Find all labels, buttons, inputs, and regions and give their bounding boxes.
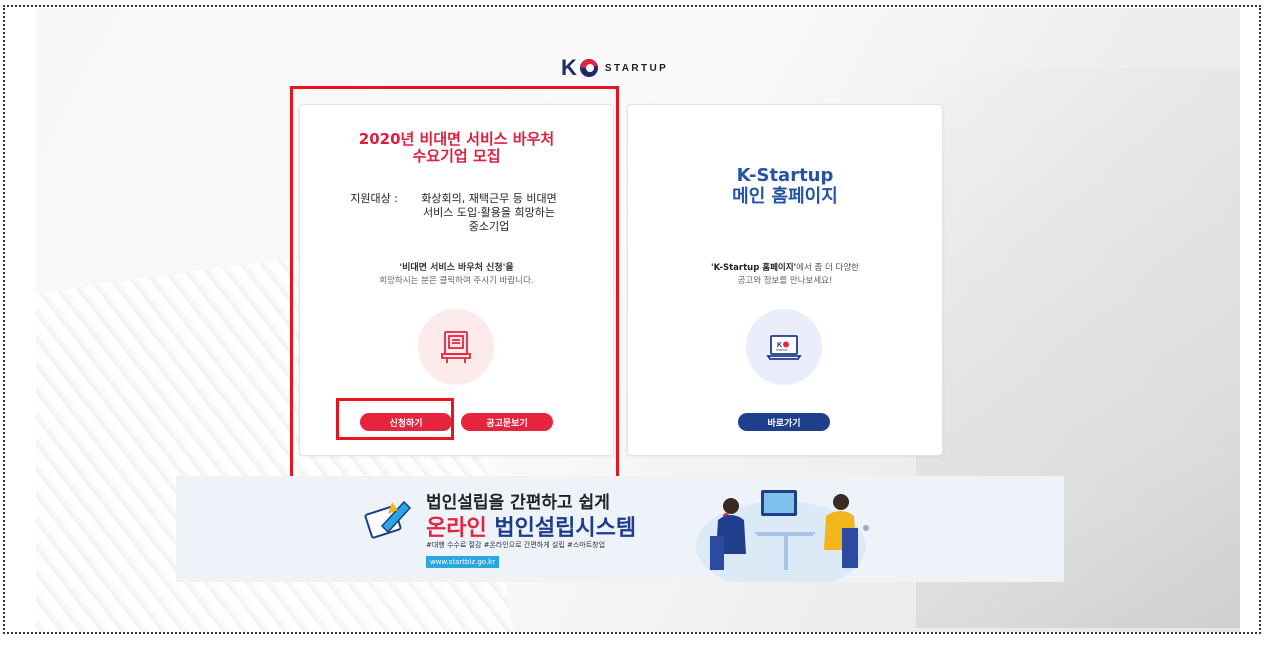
screen-logo-letter: K: [777, 342, 782, 349]
home-note-bold: 'K-Startup 홈페이지': [711, 263, 797, 273]
banner-title-red: 온라인: [426, 516, 487, 541]
highlight-box-apply: [336, 398, 454, 440]
banner-tags: #대행 수수료 절감 #온라인으로 간편하게 설립 #스마트창업: [426, 541, 606, 549]
home-title-line2: 메인 홈페이지: [732, 186, 838, 207]
online-incorporation-banner[interactable]: 법인설립을 간편하고 쉽게 온라인 법인설립시스템 #대행 수수료 절감 #온라…: [176, 476, 1064, 582]
kstartup-home-card: K-Startup 메인 홈페이지 'K-Startup 홈페이지'에서 좀 더…: [627, 104, 943, 456]
home-note-rest: 에서 좀 더 다양한: [796, 263, 859, 273]
meeting-illustration: [696, 490, 869, 582]
home-note-line1: 'K-Startup 홈페이지'에서 좀 더 다양한: [628, 261, 942, 273]
go-to-homepage-button[interactable]: 바로가기: [738, 413, 830, 431]
laptop-icon: K STARTUP: [746, 309, 822, 385]
banner-title-blue: 법인설립시스템: [486, 516, 637, 541]
home-title-line1: K-Startup: [736, 165, 834, 186]
logo-emblem-icon: [579, 58, 598, 77]
screen-logo-word: STARTUP: [776, 349, 788, 352]
home-note-line2: 공고와 정보를 만나보세요!: [737, 276, 833, 286]
logo-word: STARTUP: [604, 62, 669, 74]
home-card-title: K-Startup 메인 홈페이지: [628, 165, 942, 207]
pencil-note-icon: [364, 500, 412, 539]
logo-letter: K: [561, 55, 577, 80]
kstartup-logo[interactable]: K STARTUP: [561, 55, 669, 80]
banner-title: 온라인 법인설립시스템: [426, 510, 636, 542]
banner-url: www.startbiz.go.kr: [426, 556, 500, 568]
